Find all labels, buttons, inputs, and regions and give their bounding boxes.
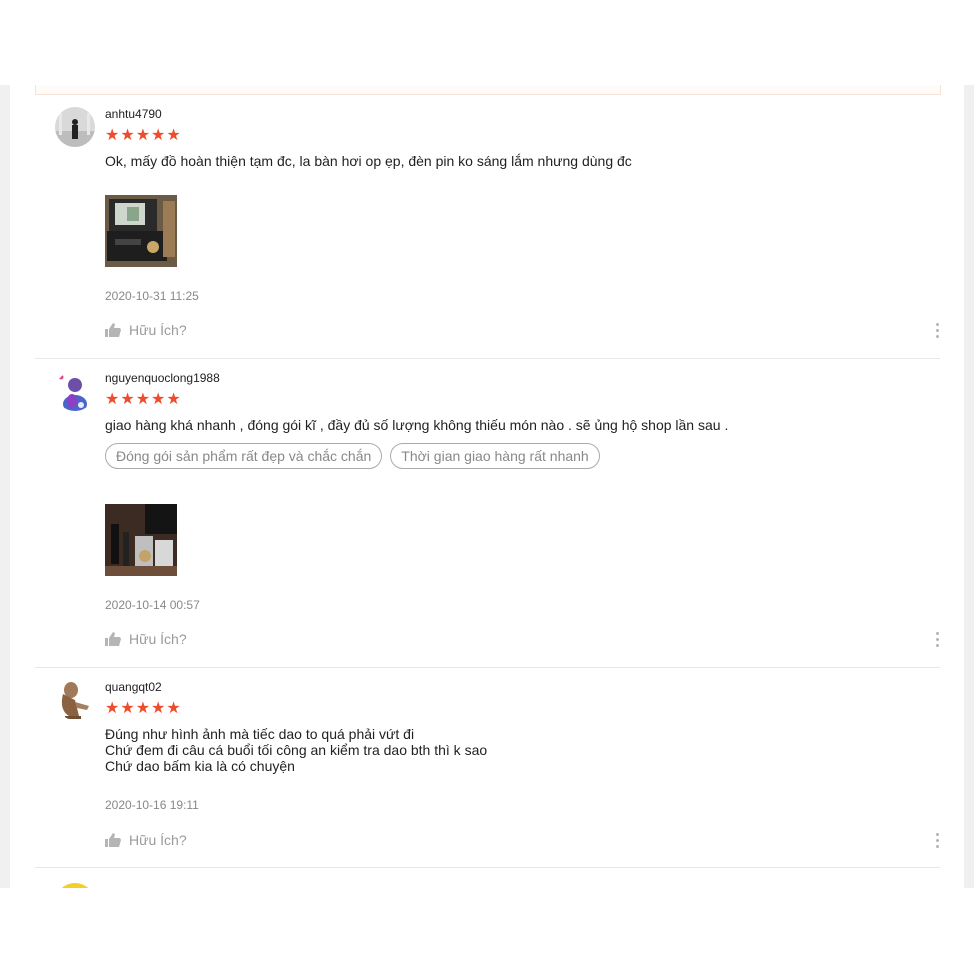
avatar[interactable] xyxy=(55,680,95,720)
thumbs-up-icon xyxy=(105,323,121,337)
star-icon: ★ xyxy=(166,389,181,408)
star-icon: ★ xyxy=(120,125,135,144)
review-item: quangqt02 ★★★★★ Đúng như hình ảnh mà tiế… xyxy=(35,680,940,868)
review-tag: Đóng gói sản phẩm rất đẹp và chắc chắn xyxy=(105,443,383,469)
star-icon: ★ xyxy=(105,389,120,408)
star-icon: ★ xyxy=(151,389,166,408)
thumbs-up-icon xyxy=(105,833,121,847)
rating-stars: ★★★★★ xyxy=(105,391,940,407)
star-icon: ★ xyxy=(135,698,151,717)
review-photo[interactable] xyxy=(105,195,177,267)
avatar[interactable] xyxy=(55,883,95,888)
username: nguyenquoclong1988 xyxy=(105,371,220,385)
avatar[interactable] xyxy=(55,107,95,147)
review-item: anhtu4790 ★★★★★ Ok, mấy đồ hoàn thiện tạ… xyxy=(35,107,940,359)
review-comment: giao hàng khá nhanh , đóng gói kĩ , đầy … xyxy=(105,417,940,433)
review-list: anhtu4790 ★★★★★ Ok, mấy đồ hoàn thiện tạ… xyxy=(10,85,964,888)
thumbs-up-icon xyxy=(105,632,121,646)
review-photo[interactable] xyxy=(105,504,177,576)
star-icon: ★ xyxy=(166,698,181,717)
more-vertical-icon[interactable] xyxy=(934,833,940,851)
more-vertical-icon[interactable] xyxy=(934,323,940,341)
star-icon: ★ xyxy=(151,698,166,717)
helpful-button[interactable]: Hữu Ích? xyxy=(105,832,187,848)
helpful-button[interactable]: Hữu Ích? xyxy=(105,322,187,338)
username: anhtu4790 xyxy=(105,107,162,121)
review-comment: Đúng như hình ảnh mà tiếc dao to quá phả… xyxy=(105,726,940,774)
right-gutter xyxy=(964,85,974,888)
star-icon: ★ xyxy=(166,125,181,144)
left-gutter xyxy=(0,85,10,888)
star-icon: ★ xyxy=(105,698,120,717)
star-icon: ★ xyxy=(135,389,151,408)
helpful-button[interactable]: Hữu Ích? xyxy=(105,631,187,647)
rating-stars: ★★★★★ xyxy=(105,127,940,143)
star-icon: ★ xyxy=(120,389,135,408)
helpful-label: Hữu Ích? xyxy=(129,322,187,338)
username: quangqt02 xyxy=(105,680,162,694)
comment-line: Chứ đem đi câu cá buổi tối công an kiểm … xyxy=(105,742,488,758)
star-icon: ★ xyxy=(120,698,135,717)
review-tag: Thời gian giao hàng rất nhanh xyxy=(390,443,600,469)
review-comment: Ok, mấy đồ hoàn thiện tạm đc, la bàn hơi… xyxy=(105,153,940,169)
star-icon: ★ xyxy=(135,125,151,144)
review-item: nguyenquoclong1988 ★★★★★ giao hàng khá n… xyxy=(35,371,940,668)
review-filter-box xyxy=(35,85,941,95)
avatar[interactable] xyxy=(55,371,95,411)
helpful-label: Hữu Ích? xyxy=(129,631,187,647)
comment-line: Ok, mấy đồ hoàn thiện tạm đc, la bàn hơi… xyxy=(105,153,632,169)
rating-stars: ★★★★★ xyxy=(105,700,940,716)
star-icon: ★ xyxy=(151,125,166,144)
comment-line: giao hàng khá nhanh , đóng gói kĩ , đầy … xyxy=(105,417,729,433)
review-date: 2020-10-14 00:57 xyxy=(105,598,200,612)
more-vertical-icon[interactable] xyxy=(934,632,940,650)
star-icon: ★ xyxy=(105,125,120,144)
review-tags: Đóng gói sản phẩm rất đẹp và chắc chắn Th… xyxy=(105,443,940,469)
helpful-label: Hữu Ích? xyxy=(129,832,187,848)
comment-line: Đúng như hình ảnh mà tiếc dao to quá phả… xyxy=(105,726,415,742)
review-date: 2020-10-16 19:11 xyxy=(105,798,199,812)
comment-line: Chứ dao bấm kia là có chuyện xyxy=(105,758,295,774)
review-date: 2020-10-31 11:25 xyxy=(105,289,199,303)
